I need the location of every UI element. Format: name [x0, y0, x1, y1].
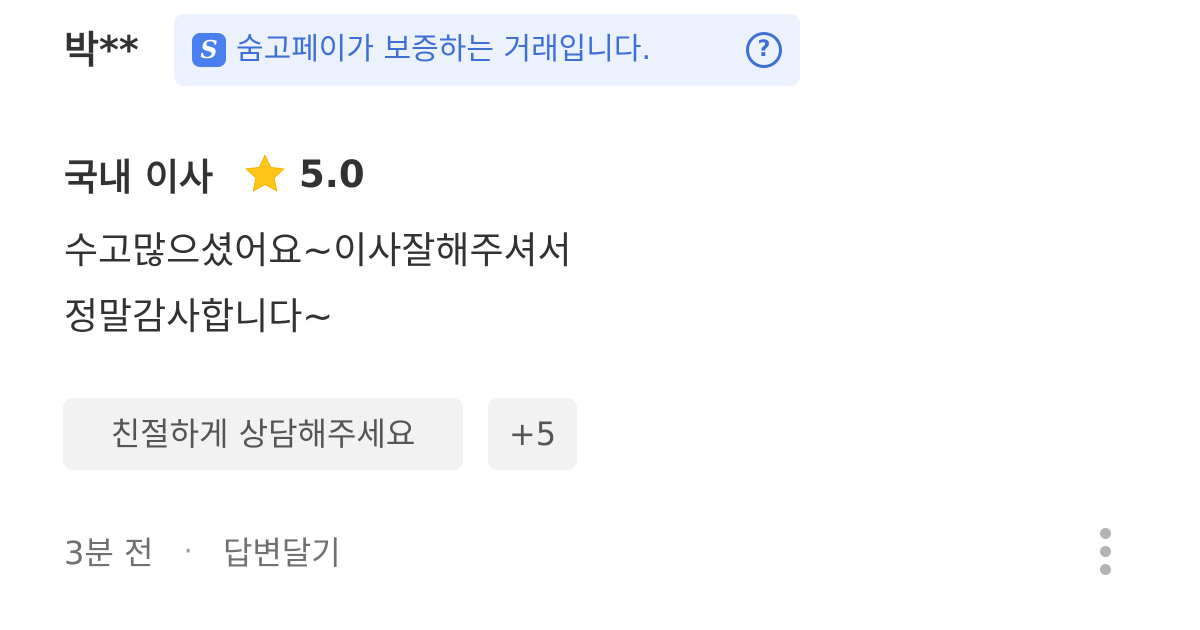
soomgo-pay-badge: S 숨고페이가 보증하는 거래입니다. ?: [174, 14, 800, 86]
soomgo-pay-s-icon: S: [192, 33, 226, 67]
more-dot: [1100, 564, 1111, 575]
review-text-line: 정말감사합니다~: [64, 295, 334, 338]
service-rating-row: 국내 이사 5.0: [64, 148, 365, 200]
review-card: 박** S 숨고페이가 보증하는 거래입니다. ? 국내 이사 5.0 수고많으…: [0, 0, 1200, 630]
pay-guarantee-text: 숨고페이가 보증하는 거래입니다.: [236, 32, 652, 67]
reply-button[interactable]: 답변달기: [223, 528, 341, 574]
time-ago: 3분 전: [64, 534, 154, 572]
review-footer: 3분 전 · 답변달기: [64, 528, 341, 574]
review-text-line: 수고많으셨어요~이사잘해주셔서: [64, 229, 572, 272]
star-icon: [245, 154, 285, 192]
question-circle-icon[interactable]: ?: [746, 32, 782, 68]
more-dot: [1100, 528, 1111, 539]
rating-value: 5.0: [299, 152, 365, 196]
reviewer-name: 박**: [64, 28, 139, 72]
review-tag: 친절하게 상담해주세요: [63, 398, 463, 470]
more-vertical-icon[interactable]: [1090, 524, 1122, 580]
separator-dot: ·: [183, 533, 193, 569]
more-dot: [1100, 546, 1111, 557]
more-tags-button[interactable]: +5: [488, 398, 577, 470]
service-name: 국내 이사: [64, 156, 214, 199]
